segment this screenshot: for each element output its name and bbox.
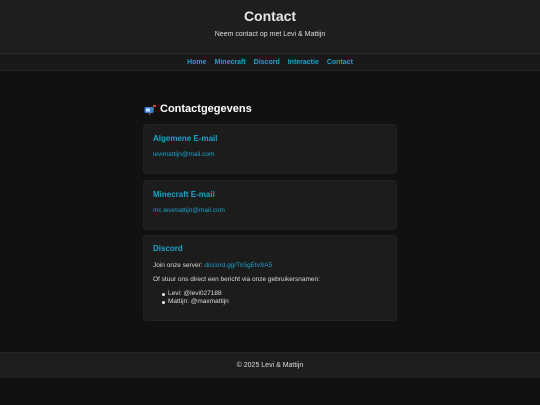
discord-invite-link[interactable]: discord.gg/Tk5gEtvSA5 xyxy=(204,262,272,269)
minecraft-card-title: Minecraft E-mail xyxy=(153,190,215,199)
minecraft-email-card: Minecraft E-mail mc.levimattijn@mail.com xyxy=(143,180,397,230)
section-title: Contactgegevens xyxy=(160,103,252,115)
email-card: Algemene E-mail levimattijn@mail.com xyxy=(143,124,397,174)
main-nav: Home Minecraft Discord Interactie Contac… xyxy=(0,54,540,71)
nav-item-contact[interactable]: Contact xyxy=(327,59,353,66)
page-subtitle: Neem contact op met Levi & Mattijn xyxy=(214,31,326,38)
nav-item-discord[interactable]: Discord xyxy=(254,59,280,66)
discord-dm-text: Of stuur ons direct een bericht via onze… xyxy=(153,276,320,283)
discord-join-text: Join onze server: xyxy=(153,262,203,269)
section-heading: Contactgegevens xyxy=(144,103,252,115)
footer-text: © 2025 Levi & Mattijn xyxy=(236,362,304,369)
list-item: Levi: @levi027188 xyxy=(161,290,229,298)
site-footer: © 2025 Levi & Mattijn xyxy=(0,352,540,378)
nav-item-home[interactable]: Home xyxy=(187,59,206,66)
list-item: Mattijn: @maxmattijn xyxy=(161,298,229,306)
discord-join-line: Join onze server: discord.gg/Tk5gEtvSA5 xyxy=(153,262,272,269)
discord-user-list: Levi: @levi027188 Mattijn: @maxmattijn xyxy=(161,290,229,306)
nav-item-minecraft[interactable]: Minecraft xyxy=(215,59,246,66)
email-card-title: Algemene E-mail xyxy=(153,134,218,143)
nav-item-interactie[interactable]: Interactie xyxy=(288,59,319,66)
mailbox-icon xyxy=(144,104,156,115)
site-header: Contact Neem contact op met Levi & Matti… xyxy=(0,0,540,54)
page-title: Contact xyxy=(243,8,297,24)
discord-card: Discord Join onze server: discord.gg/Tk5… xyxy=(143,235,397,321)
email-link[interactable]: levimattijn@mail.com xyxy=(153,151,215,158)
discord-card-title: Discord xyxy=(153,244,183,253)
minecraft-email-link[interactable]: mc.levimattijn@mail.com xyxy=(153,207,225,214)
